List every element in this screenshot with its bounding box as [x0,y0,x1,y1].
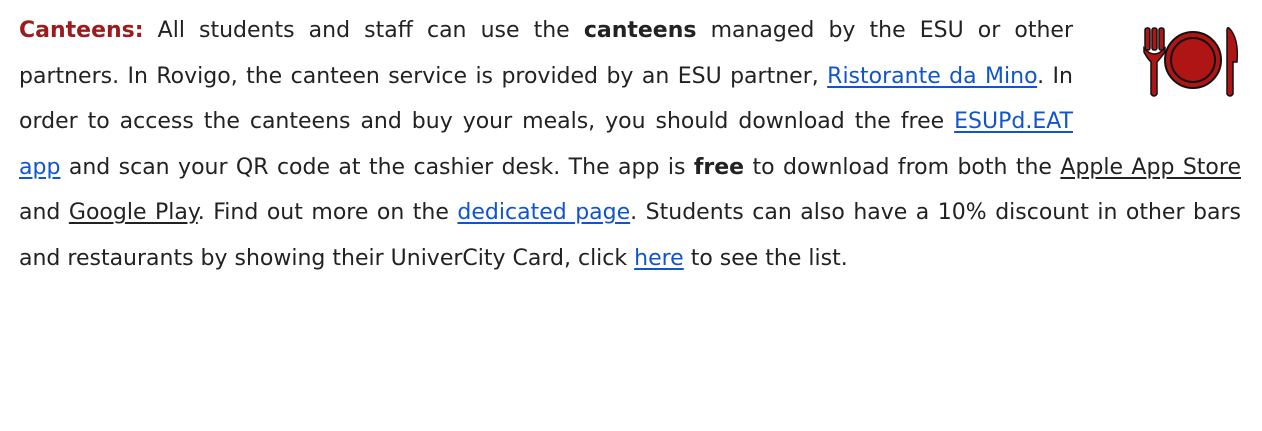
paragraph-text: to see the list. [683,245,848,271]
paragraph-text: and [19,200,69,225]
canteens-paragraph: Canteens: All students and staff can use… [19,8,1241,281]
paragraph-text: and scan your QR code at the cashier des… [60,154,694,180]
apple-app-store-link[interactable]: Apple App Store [1060,155,1241,180]
google-play-link[interactable]: Google Play [69,200,198,225]
here-link[interactable]: here [634,246,684,271]
bold-free: free [693,154,745,180]
plate-fork-knife-icon [1143,27,1239,97]
plate-icon [1164,31,1222,89]
ristorante-da-mino-link[interactable]: Ristorante da Mino [827,64,1037,89]
paragraph-text: All students and staff can use the [143,18,584,43]
paragraph-text: . Find out more on the [197,200,458,225]
section-heading: Canteens: [19,18,144,43]
knife-icon [1226,27,1239,97]
dedicated-page-link[interactable]: dedicated page [457,200,630,225]
bold-canteens: canteens [583,18,697,43]
document-body: Canteens: All students and staff can use… [19,8,1241,281]
paragraph-text: to download from both the [744,154,1061,180]
canteen-icon-wrapper [1091,22,1241,100]
fork-icon [1143,27,1166,97]
